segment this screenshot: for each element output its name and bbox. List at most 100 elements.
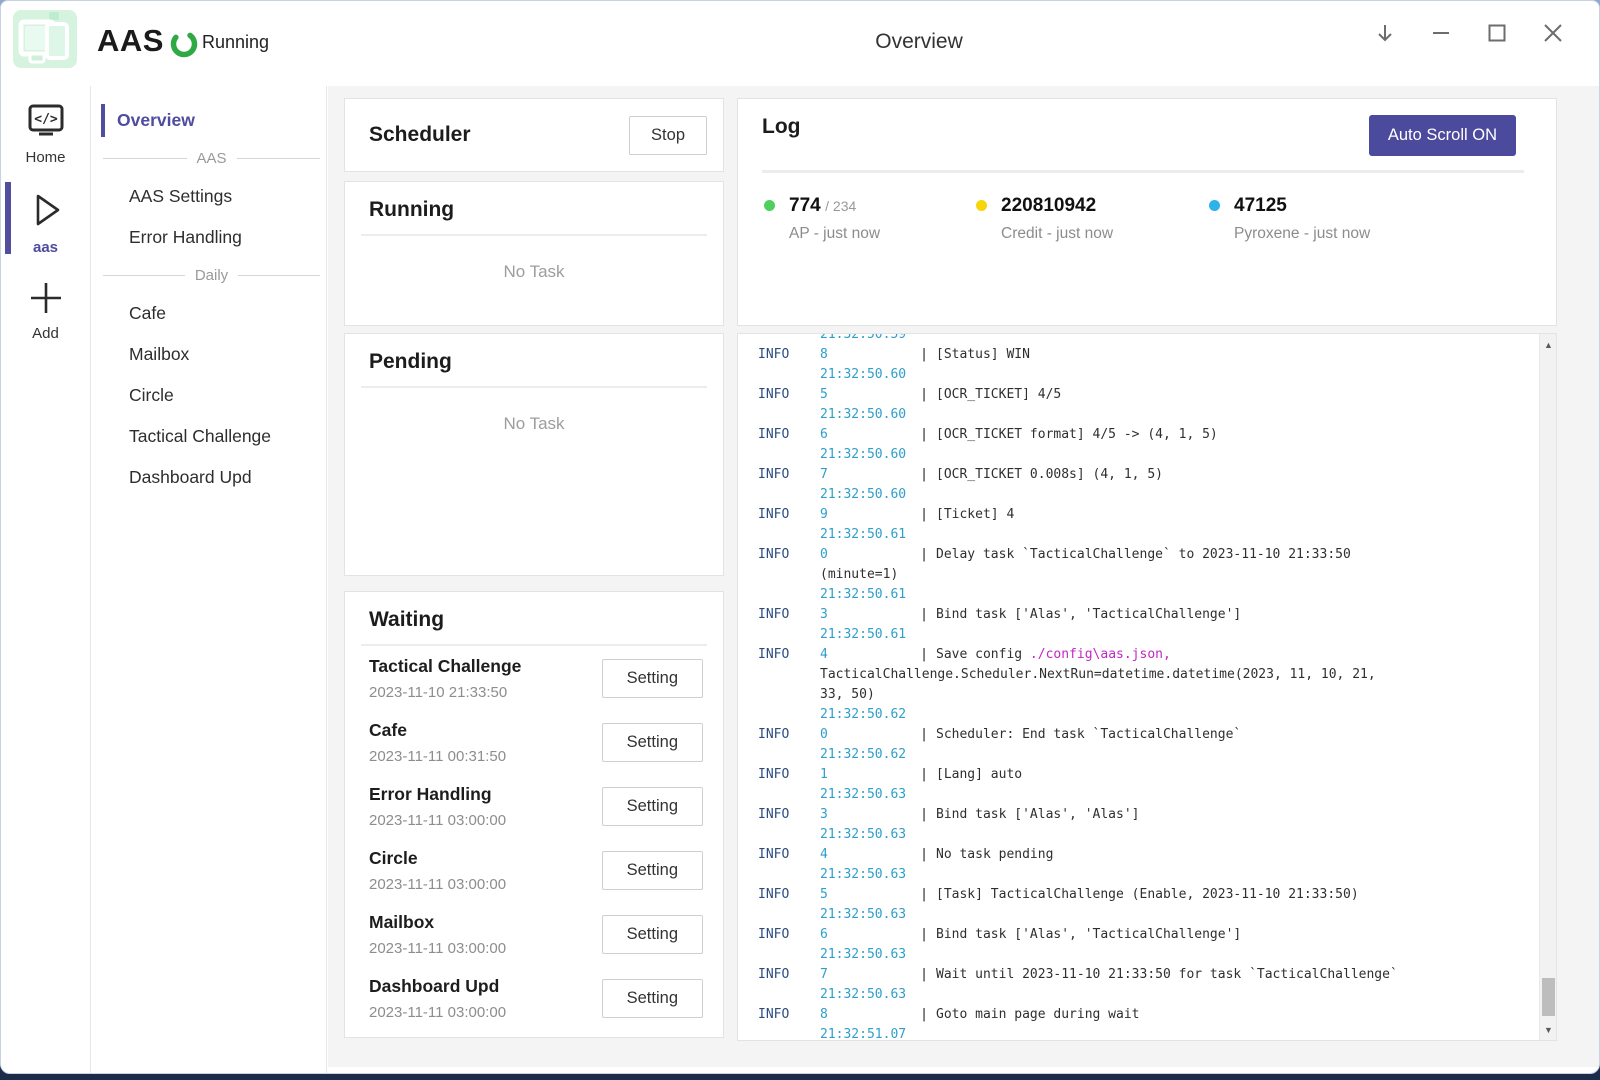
task-name: Circle: [369, 848, 506, 869]
scroll-down-icon[interactable]: ▼: [1540, 1021, 1557, 1038]
log-message: Bind task ['Alas', 'Alas']: [936, 807, 1140, 822]
log-entry: INFO21:32:50.606|[OCR_TICKET format] 4/5…: [758, 405, 1535, 445]
maximize-icon: [1486, 22, 1508, 44]
log-timestamp: 21:32:50.633: [820, 785, 912, 825]
log-level: INFO: [758, 505, 820, 525]
task-name: Dashboard Upd: [369, 976, 506, 997]
log-level: INFO: [758, 965, 820, 985]
nav-item-tactical-challenge[interactable]: Tactical Challenge: [91, 416, 326, 457]
close-icon: [1541, 21, 1565, 45]
log-timestamp: 21:32:50.610: [820, 525, 912, 565]
nav-item-overview[interactable]: Overview: [91, 100, 326, 141]
log-entry: INFO21:32:50.621|[Lang] auto: [758, 745, 1535, 785]
setting-button-tactical-challenge[interactable]: Setting: [602, 659, 703, 698]
close-button[interactable]: [1537, 17, 1569, 49]
nav-divider-daily: Daily: [91, 258, 326, 293]
nav-section-label: AAS: [197, 150, 227, 167]
log-level: INFO: [758, 645, 820, 665]
log-timestamp: 21:32:50.637: [820, 945, 912, 985]
setting-button-error-handling[interactable]: Setting: [602, 787, 703, 826]
arrow-down-button[interactable]: [1369, 17, 1401, 49]
stat-label: AP - just now: [789, 225, 880, 243]
log-entry: INFO21:32:50.613|Bind task ['Alas', 'Tac…: [758, 585, 1535, 625]
window-controls: [1369, 17, 1569, 49]
nav-item-aas-settings[interactable]: AAS Settings: [91, 176, 326, 217]
app-name: AAS: [97, 23, 164, 59]
rail-item-home[interactable]: </> Home: [1, 86, 90, 172]
log-message: Bind task ['Alas', 'TacticalChallenge']: [936, 927, 1241, 942]
maximize-button[interactable]: [1481, 17, 1513, 49]
log-view[interactable]: INFO21:32:50.598|[Status] WININFO21:32:5…: [738, 334, 1539, 1040]
main-content: Scheduler Stop Running No Task Pending N…: [328, 86, 1599, 1067]
log-entry: INFO21:32:50.634|No task pending: [758, 825, 1535, 865]
titlebar: AAS Running Overview: [1, 1, 1599, 86]
task-info: Dashboard Upd 2023-11-11 03:00:00: [369, 976, 506, 1021]
log-card: Log Auto Scroll ON 774 / 234 AP - just n…: [737, 98, 1557, 326]
running-empty-label: No Task: [361, 262, 707, 282]
log-entry: INFO21:32:50.607|[OCR_TICKET 0.008s] (4,…: [758, 445, 1535, 485]
waiting-task-list: Tactical Challenge 2023-11-10 21:33:50 S…: [361, 646, 707, 1030]
stat-value: 47125: [1234, 195, 1287, 216]
log-separator: |: [912, 605, 936, 625]
rail-item-label: Add: [32, 325, 59, 342]
stop-button[interactable]: Stop: [629, 116, 707, 155]
log-message: [Lang] auto: [936, 767, 1022, 782]
setting-button-mailbox[interactable]: Setting: [602, 915, 703, 954]
log-panel: INFO21:32:50.598|[Status] WININFO21:32:5…: [737, 333, 1557, 1041]
nav-item-circle[interactable]: Circle: [91, 375, 326, 416]
scroll-up-icon[interactable]: ▲: [1540, 336, 1557, 353]
log-level: INFO: [758, 845, 820, 865]
icon-rail: </> Home aas Add: [1, 86, 91, 1073]
stat-suffix: / 234: [825, 198, 856, 214]
resource-stats: 774 / 234 AP - just now 220810942 Credit…: [762, 195, 1540, 243]
rail-item-aas[interactable]: aas: [1, 172, 90, 262]
divider-line: [238, 275, 320, 276]
nav-item-error-handling[interactable]: Error Handling: [91, 217, 326, 258]
setting-button-circle[interactable]: Setting: [602, 851, 703, 890]
nav-divider-aas: AAS: [91, 141, 326, 176]
play-icon: [24, 188, 68, 232]
auto-scroll-button[interactable]: Auto Scroll ON: [1369, 115, 1516, 156]
rail-item-add[interactable]: Add: [1, 262, 90, 348]
log-timestamp: 21:32:50.634: [820, 825, 912, 865]
divider-line: [103, 158, 187, 159]
log-separator: |: [912, 965, 936, 985]
log-level: INFO: [758, 425, 820, 445]
config-path: ./config\aas.json,: [1030, 647, 1171, 662]
scheduler-status-label: Running: [202, 32, 269, 53]
log-separator: |: [912, 345, 936, 365]
log-scrollbar[interactable]: ▲ ▼: [1539, 334, 1556, 1040]
log-column: Log Auto Scroll ON 774 / 234 AP - just n…: [737, 98, 1557, 1067]
log-message: Wait until 2023-11-10 21:33:50 for task …: [936, 967, 1398, 982]
running-card: Running No Task: [344, 181, 724, 326]
nav-item-mailbox[interactable]: Mailbox: [91, 334, 326, 375]
log-timestamp: 21:32:50.606: [820, 405, 912, 445]
log-entry: INFO21:32:50.620|Scheduler: End task `Ta…: [758, 705, 1535, 745]
stat-label: Credit - just now: [1001, 225, 1113, 243]
scrollbar-thumb[interactable]: [1542, 978, 1555, 1016]
app-logo-icon: [13, 10, 77, 70]
log-timestamp: 21:32:50.638: [820, 985, 912, 1025]
nav-item-dashboard-upd[interactable]: Dashboard Upd: [91, 457, 326, 498]
stat-ap-just-now: 774 / 234 AP - just now: [764, 195, 880, 243]
running-title: Running: [361, 198, 707, 222]
log-level: INFO: [758, 545, 820, 565]
minimize-button[interactable]: [1425, 17, 1457, 49]
waiting-task-row-circle: Circle 2023-11-11 03:00:00 Setting: [361, 838, 707, 902]
stat-credit-just-now: 220810942 Credit - just now: [976, 195, 1113, 243]
log-message: Scheduler: End task `TacticalChallenge`: [936, 727, 1241, 742]
setting-button-cafe[interactable]: Setting: [602, 723, 703, 762]
stat-dot-icon: [976, 200, 987, 211]
log-timestamp: 21:32:50.636: [820, 905, 912, 945]
log-timestamp: 21:32:50.613: [820, 585, 912, 625]
setting-button-dashboard-upd[interactable]: Setting: [602, 979, 703, 1018]
plus-icon: [26, 278, 66, 318]
log-timestamp: 21:32:50.607: [820, 445, 912, 485]
waiting-task-row-dashboard-upd: Dashboard Upd 2023-11-11 03:00:00 Settin…: [361, 966, 707, 1030]
pending-card: Pending No Task: [344, 333, 724, 576]
log-level: INFO: [758, 805, 820, 825]
log-separator: |: [912, 505, 936, 525]
log-entry: INFO21:32:50.610|Delay task `TacticalCha…: [758, 525, 1535, 585]
nav-item-cafe[interactable]: Cafe: [91, 293, 326, 334]
svg-text:</>: </>: [34, 112, 58, 127]
